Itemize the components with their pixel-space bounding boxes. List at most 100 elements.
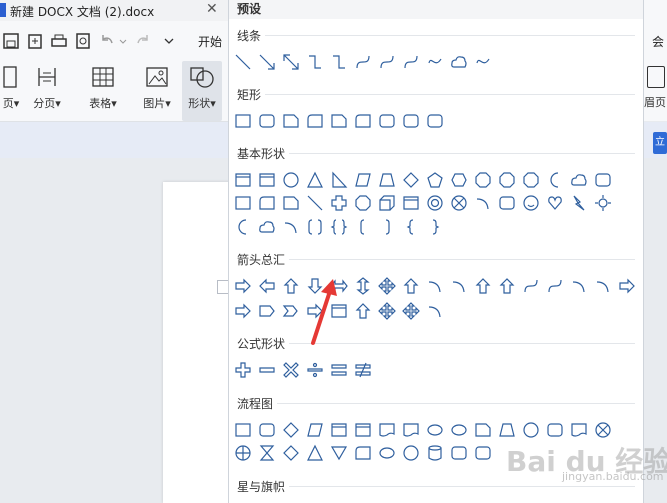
print-preview-icon[interactable] xyxy=(74,32,92,50)
shape-basic-a0-icon[interactable] xyxy=(234,171,252,189)
shape-basic-a2-icon[interactable] xyxy=(282,171,300,189)
shape-flow-a2-icon[interactable] xyxy=(282,421,300,439)
shape-flow-a8-icon[interactable] xyxy=(426,421,444,439)
shape-line-2-icon[interactable] xyxy=(282,53,300,71)
export-icon[interactable] xyxy=(26,32,44,50)
shape-basic-c2-icon[interactable] xyxy=(282,218,300,236)
shape-rect-1-icon[interactable] xyxy=(258,112,276,130)
shape-formula-2-icon[interactable] xyxy=(282,361,300,379)
shape-rect-4-icon[interactable] xyxy=(330,112,348,130)
shape-arrow-a13-icon[interactable] xyxy=(546,277,564,295)
shape-basic-b13-icon[interactable] xyxy=(546,194,564,212)
undo-dropdown-icon[interactable] xyxy=(118,32,128,50)
shape-arrow-a7-icon[interactable] xyxy=(402,277,420,295)
shape-arrow-b8-icon[interactable] xyxy=(426,302,444,320)
shape-arrow-b2-icon[interactable] xyxy=(282,302,300,320)
shape-basic-c1-icon[interactable] xyxy=(258,218,276,236)
section-button[interactable]: 分页▾ xyxy=(27,61,67,121)
shape-arrow-a8-icon[interactable] xyxy=(426,277,444,295)
shape-flow-a6-icon[interactable] xyxy=(378,421,396,439)
document-page[interactable] xyxy=(163,182,233,503)
shape-arrow-b5-icon[interactable] xyxy=(354,302,372,320)
shape-arrow-a14-icon[interactable] xyxy=(570,277,588,295)
shape-arrow-a1-icon[interactable] xyxy=(258,277,276,295)
shape-basic-a1-icon[interactable] xyxy=(258,171,276,189)
menu-member[interactable]: 会 xyxy=(652,33,664,50)
shape-basic-a5-icon[interactable] xyxy=(354,171,372,189)
shape-formula-1-icon[interactable] xyxy=(258,361,276,379)
shape-line-7-icon[interactable] xyxy=(402,53,420,71)
shape-basic-b1-icon[interactable] xyxy=(258,194,276,212)
table-button[interactable]: 表格▾ xyxy=(83,61,123,121)
shape-basic-b12-icon[interactable] xyxy=(522,194,540,212)
shape-basic-b4-icon[interactable] xyxy=(330,194,348,212)
shape-line-6-icon[interactable] xyxy=(378,53,396,71)
shape-basic-a7-icon[interactable] xyxy=(402,171,420,189)
shape-basic-c8-icon[interactable] xyxy=(426,218,444,236)
shape-basic-c7-icon[interactable] xyxy=(402,218,420,236)
shape-flow-b4-icon[interactable] xyxy=(330,444,348,462)
shape-flow-b10-icon[interactable] xyxy=(474,444,492,462)
save-icon[interactable] xyxy=(2,32,20,50)
shape-flow-b3-icon[interactable] xyxy=(306,444,324,462)
shape-basic-a6-icon[interactable] xyxy=(378,171,396,189)
undo-icon[interactable] xyxy=(98,32,116,50)
shape-rect-0-icon[interactable] xyxy=(234,112,252,130)
shape-flow-a1-icon[interactable] xyxy=(258,421,276,439)
shape-rect-5-icon[interactable] xyxy=(354,112,372,130)
shape-arrow-a6-icon[interactable] xyxy=(378,277,396,295)
shape-basic-a11-icon[interactable] xyxy=(498,171,516,189)
shape-flow-b0-icon[interactable] xyxy=(234,444,252,462)
shape-flow-a13-icon[interactable] xyxy=(546,421,564,439)
redo-icon[interactable] xyxy=(134,32,152,50)
shape-basic-b7-icon[interactable] xyxy=(402,194,420,212)
shape-flow-a11-icon[interactable] xyxy=(498,421,516,439)
close-tab-button[interactable]: ✕ xyxy=(206,1,218,17)
shape-flow-b8-icon[interactable] xyxy=(426,444,444,462)
shape-flow-b5-icon[interactable] xyxy=(354,444,372,462)
shape-flow-a15-icon[interactable] xyxy=(594,421,612,439)
shape-basic-b10-icon[interactable] xyxy=(474,194,492,212)
shape-line-4-icon[interactable] xyxy=(330,53,348,71)
shape-arrow-a5-icon[interactable] xyxy=(354,277,372,295)
shape-flow-b6-icon[interactable] xyxy=(378,444,396,462)
shape-line-9-icon[interactable] xyxy=(450,53,468,71)
shape-arrow-a16-icon[interactable] xyxy=(618,277,636,295)
shape-flow-a7-icon[interactable] xyxy=(402,421,420,439)
shape-basic-b8-icon[interactable] xyxy=(426,194,444,212)
shapes-button[interactable]: 形状▾ xyxy=(182,61,222,121)
shape-arrow-a11-icon[interactable] xyxy=(498,277,516,295)
shape-rect-2-icon[interactable] xyxy=(282,112,300,130)
shape-basic-b3-icon[interactable] xyxy=(306,194,324,212)
shape-rect-8-icon[interactable] xyxy=(426,112,444,130)
shape-flow-a4-icon[interactable] xyxy=(330,421,348,439)
shape-basic-c5-icon[interactable] xyxy=(354,218,372,236)
header-footer-label[interactable]: 眉页 xyxy=(644,94,666,110)
shape-arrow-a15-icon[interactable] xyxy=(594,277,612,295)
shape-line-1-icon[interactable] xyxy=(258,53,276,71)
blue-action-button[interactable]: 立 xyxy=(653,132,667,154)
shape-arrow-b1-icon[interactable] xyxy=(258,302,276,320)
shape-line-0-icon[interactable] xyxy=(234,53,252,71)
shape-basic-a13-icon[interactable] xyxy=(546,171,564,189)
shape-basic-a9-icon[interactable] xyxy=(450,171,468,189)
shape-basic-a4-icon[interactable] xyxy=(330,171,348,189)
shape-basic-b14-icon[interactable] xyxy=(570,194,588,212)
shape-basic-a12-icon[interactable] xyxy=(522,171,540,189)
shape-rect-6-icon[interactable] xyxy=(378,112,396,130)
shape-basic-a8-icon[interactable] xyxy=(426,171,444,189)
shape-line-8-icon[interactable] xyxy=(426,53,444,71)
shape-formula-0-icon[interactable] xyxy=(234,361,252,379)
shape-arrow-a12-icon[interactable] xyxy=(522,277,540,295)
shape-basic-b0-icon[interactable] xyxy=(234,194,252,212)
shape-arrow-a10-icon[interactable] xyxy=(474,277,492,295)
shape-arrow-a9-icon[interactable] xyxy=(450,277,468,295)
shape-flow-a12-icon[interactable] xyxy=(522,421,540,439)
shape-line-10-icon[interactable] xyxy=(474,53,492,71)
shape-basic-b2-icon[interactable] xyxy=(282,194,300,212)
shape-flow-a14-icon[interactable] xyxy=(570,421,588,439)
shape-flow-b7-icon[interactable] xyxy=(402,444,420,462)
shape-flow-a10-icon[interactable] xyxy=(474,421,492,439)
shape-basic-b11-icon[interactable] xyxy=(498,194,516,212)
shape-flow-a3-icon[interactable] xyxy=(306,421,324,439)
